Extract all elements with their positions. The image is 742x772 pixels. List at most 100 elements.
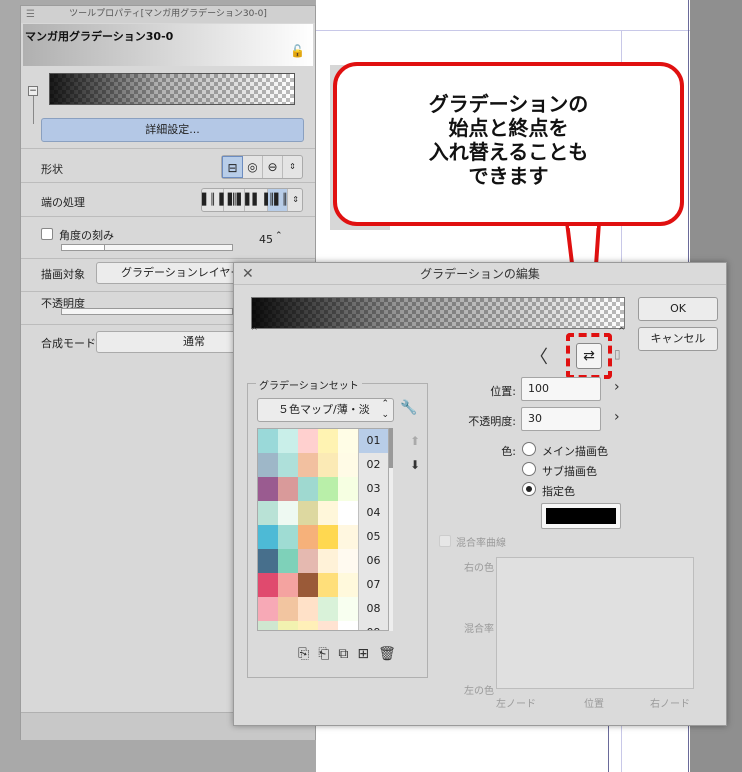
stepper-icon[interactable]: ⇕ bbox=[283, 156, 302, 178]
palette-swatch bbox=[318, 573, 338, 597]
menu-icon[interactable]: ☰ bbox=[26, 6, 35, 23]
stepper-icon[interactable]: ⌃ bbox=[275, 231, 283, 241]
edge-label: 端の処理 bbox=[41, 196, 85, 209]
node-marker-left[interactable]: ^ bbox=[251, 327, 258, 335]
palette-swatch bbox=[338, 549, 358, 573]
close-icon[interactable]: ✕ bbox=[242, 263, 254, 285]
palette-row[interactable]: 05 bbox=[258, 525, 388, 549]
gradient-preview[interactable] bbox=[49, 73, 295, 105]
edge-extend-icon[interactable]: ║▌║ bbox=[268, 189, 289, 211]
specified-color-picker[interactable] bbox=[541, 503, 621, 529]
canvas-guide-bottom bbox=[608, 720, 609, 772]
blend-curve-checkbox[interactable] bbox=[439, 535, 451, 547]
stepper-icon[interactable]: ⇕ bbox=[288, 189, 302, 211]
delete-node-icon[interactable]: ▯ bbox=[614, 347, 621, 361]
edge-mirror-icon[interactable]: ▐║▌ bbox=[224, 189, 246, 211]
circle-shape-icon[interactable]: ◎ bbox=[243, 156, 263, 178]
chevron-right-icon[interactable]: › bbox=[614, 409, 620, 425]
palette-swatch bbox=[258, 597, 278, 621]
palette-row[interactable]: 08 bbox=[258, 597, 388, 621]
import-icon[interactable]: ⎘ bbox=[298, 646, 309, 662]
palette-swatch bbox=[278, 621, 298, 630]
palette-swatch bbox=[278, 597, 298, 621]
palette-swatch bbox=[298, 477, 318, 501]
lock-icon[interactable]: 🔓 bbox=[290, 44, 305, 58]
swap-highlight-marker bbox=[566, 333, 612, 379]
opacity-slider[interactable] bbox=[61, 308, 233, 315]
linear-shape-icon[interactable]: ⊟ bbox=[222, 156, 243, 178]
palette-swatch bbox=[298, 429, 318, 453]
move-up-icon[interactable]: ⬆ bbox=[410, 434, 420, 448]
ellipse-shape-icon[interactable]: ⊖ bbox=[263, 156, 283, 178]
palette-row[interactable]: 06 bbox=[258, 549, 388, 573]
palette-row[interactable]: 03 bbox=[258, 477, 388, 501]
shape-selector[interactable]: ⊟ ◎ ⊖ ⇕ bbox=[221, 155, 303, 179]
edge-selector[interactable]: ▌║▐ ▐║▌ ▌▌▐ ║▌║ ⇕ bbox=[201, 188, 303, 212]
callout-bubble: グラデーションの 始点と終点を 入れ替えることも できます bbox=[333, 62, 684, 226]
trash-icon[interactable]: 🗑 bbox=[378, 646, 396, 662]
main-color-label: メイン描画色 bbox=[542, 445, 608, 458]
gradient-set-group: グラデーションセット ５色マップ/薄・淡 ⌃ ⌄ 🔧 01 02 03 04 05 06 07… bbox=[247, 377, 428, 678]
palette-swatch bbox=[298, 573, 318, 597]
palette-swatch bbox=[318, 477, 338, 501]
angle-step-value[interactable]: 45 bbox=[259, 233, 273, 246]
move-down-icon[interactable]: ⬇ bbox=[410, 458, 420, 472]
canvas-guide-horizontal bbox=[316, 30, 690, 31]
callout-text: グラデーションの 始点と終点を 入れ替えることも できます bbox=[428, 92, 589, 188]
node-marker-right[interactable]: ^ bbox=[618, 327, 625, 335]
collapse-toggle[interactable]: − bbox=[28, 86, 38, 96]
radio-main-color[interactable] bbox=[522, 442, 536, 456]
duplicate-icon[interactable]: ⧉ bbox=[338, 646, 348, 662]
cancel-button[interactable]: キャンセル bbox=[638, 327, 718, 351]
angle-step-slider[interactable] bbox=[61, 244, 233, 251]
divider bbox=[21, 148, 315, 149]
opacity-input[interactable]: 30 bbox=[521, 407, 601, 431]
add-icon[interactable]: ⊞ bbox=[357, 646, 369, 662]
ok-button[interactable]: OK bbox=[638, 297, 718, 321]
gradient-edit-dialog: ✕ グラデーションの編集 ^ ^ OK キャンセル 〈 ⇄ ▯ グラデーションセ… bbox=[233, 262, 727, 726]
radio-specified-color[interactable] bbox=[522, 482, 536, 496]
edge-none-icon[interactable]: ▌▌▐ bbox=[245, 189, 269, 211]
palette-swatch bbox=[318, 597, 338, 621]
export-icon[interactable]: ⎗ bbox=[318, 646, 329, 662]
wrench-icon[interactable]: 🔧 bbox=[400, 400, 417, 416]
gradient-editor-bar[interactable] bbox=[251, 297, 625, 329]
position-input[interactable]: 100 bbox=[521, 377, 601, 401]
preset-name: マンガ用グラデーション30-0 bbox=[25, 30, 174, 43]
gradient-palette-list[interactable]: 010203040506070809 bbox=[257, 428, 389, 631]
palette-swatch bbox=[338, 525, 358, 549]
palette-swatch bbox=[298, 621, 318, 630]
palette-row-number: 02 bbox=[358, 453, 388, 477]
blend-curve-graph[interactable] bbox=[496, 557, 694, 689]
curve-x-label-left: 左ノード bbox=[496, 699, 536, 710]
palette-row[interactable]: 04 bbox=[258, 501, 388, 525]
divider bbox=[21, 258, 315, 259]
palette-row[interactable]: 09 bbox=[258, 621, 388, 630]
detail-settings-button[interactable]: 詳細設定... bbox=[41, 118, 304, 142]
gradient-set-value: ５色マップ/薄・淡 bbox=[278, 403, 370, 416]
palette-row-number: 03 bbox=[358, 477, 388, 501]
color-swatch bbox=[546, 508, 616, 524]
palette-row[interactable]: 07 bbox=[258, 573, 388, 597]
prev-node-icon[interactable]: 〈 bbox=[530, 343, 548, 369]
palette-row[interactable]: 02 bbox=[258, 453, 388, 477]
angle-step-checkbox[interactable] bbox=[41, 228, 53, 240]
radio-sub-color[interactable] bbox=[522, 462, 536, 476]
edge-repeat-icon[interactable]: ▌║▐ bbox=[202, 189, 224, 211]
palette-swatch bbox=[338, 429, 358, 453]
palette-row-number: 01 bbox=[358, 429, 388, 453]
palette-scrollbar[interactable] bbox=[389, 428, 393, 631]
palette-row[interactable]: 01 bbox=[258, 429, 388, 453]
palette-swatch bbox=[318, 453, 338, 477]
palette-swatch bbox=[278, 501, 298, 525]
chevron-right-icon[interactable]: › bbox=[614, 379, 620, 395]
color-label: 色: bbox=[501, 445, 516, 458]
curve-x-label-mid: 位置 bbox=[584, 699, 604, 710]
target-label: 描画対象 bbox=[41, 268, 85, 281]
palette-swatch bbox=[298, 453, 318, 477]
palette-swatch bbox=[278, 573, 298, 597]
blend-curve-label: 混合率曲線 bbox=[456, 538, 506, 549]
palette-swatch bbox=[258, 477, 278, 501]
gradient-set-dropdown[interactable]: ５色マップ/薄・淡 ⌃ ⌄ bbox=[257, 398, 394, 422]
preset-preview[interactable]: マンガ用グラデーション30-0 🔓 bbox=[23, 24, 313, 66]
